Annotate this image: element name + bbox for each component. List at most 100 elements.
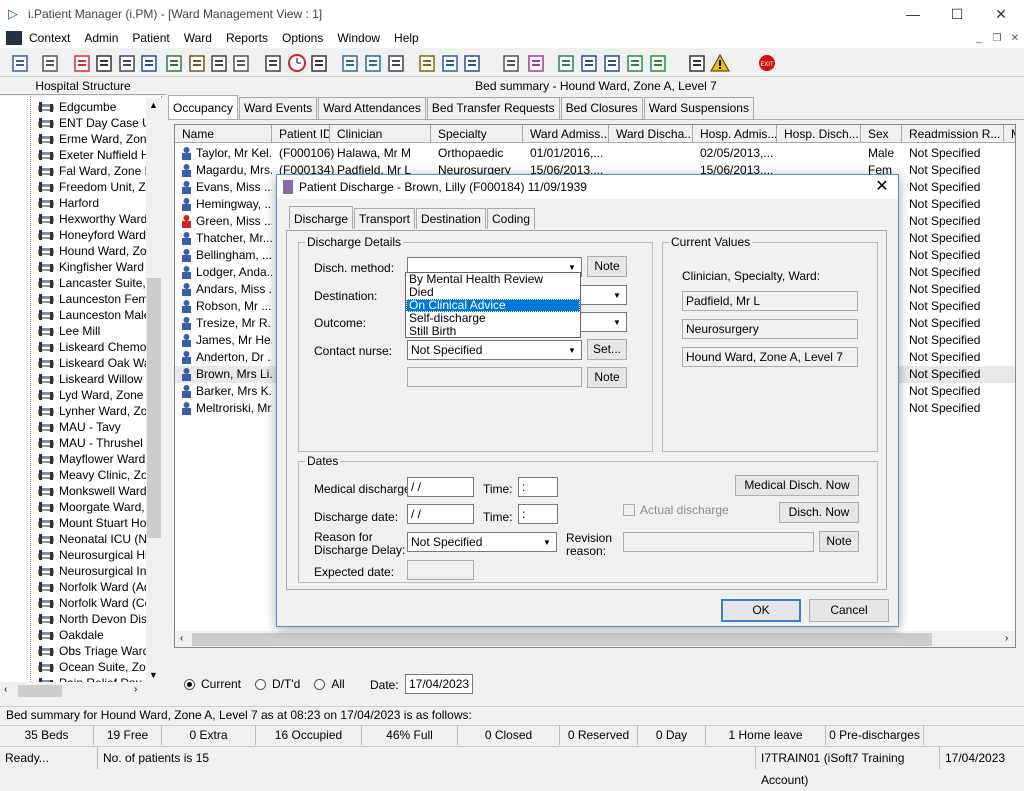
window-icon[interactable] bbox=[340, 52, 360, 74]
menu-patient[interactable]: Patient bbox=[125, 31, 176, 45]
chart-icon[interactable] bbox=[363, 52, 383, 74]
actual-discharge-checkbox[interactable] bbox=[623, 504, 635, 516]
tree-item[interactable]: Liskeard Chemo D bbox=[38, 339, 158, 355]
tab-coding[interactable]: Coding bbox=[486, 208, 536, 229]
tab-transport[interactable]: Transport bbox=[354, 208, 415, 229]
tree-item[interactable]: Pain Relief Day C bbox=[38, 675, 154, 682]
tree-item[interactable]: North Devon Dist bbox=[38, 611, 150, 627]
checklist-icon[interactable] bbox=[602, 52, 622, 74]
discharge-time-field[interactable]: : bbox=[518, 504, 558, 524]
grid-column-header[interactable]: Readmission R... bbox=[902, 125, 1004, 143]
menu-window[interactable]: Window bbox=[330, 31, 387, 45]
grid-column-header[interactable]: Clinician bbox=[330, 125, 431, 143]
close-window-button[interactable]: ✕ bbox=[978, 0, 1024, 28]
mdi-child-icon[interactable] bbox=[6, 31, 22, 45]
discharge-delay-select[interactable]: Not Specified ▼ bbox=[407, 532, 557, 552]
gauge-icon[interactable] bbox=[386, 52, 406, 74]
m-icon[interactable] bbox=[139, 52, 159, 74]
tab-ward-events[interactable]: Ward Events bbox=[239, 97, 318, 119]
grid-column-header[interactable]: Name bbox=[175, 125, 272, 143]
grid-column-header[interactable]: Hosp. Disch... bbox=[777, 125, 861, 143]
tree-item[interactable]: Monkswell Ward, bbox=[38, 483, 150, 499]
menu-help[interactable]: Help bbox=[387, 31, 426, 45]
tab-ward-attendances[interactable]: Ward Attendances bbox=[318, 97, 426, 119]
tree-item[interactable]: Lyd Ward, Zone I bbox=[38, 387, 150, 403]
globe-icon[interactable] bbox=[556, 52, 576, 74]
tab-bed-closures[interactable]: Bed Closures bbox=[560, 97, 643, 119]
transfer-icon[interactable] bbox=[209, 52, 229, 74]
chevron-down-icon[interactable]: ▼ bbox=[609, 287, 625, 303]
dialog-close-button[interactable]: ✕ bbox=[872, 177, 892, 197]
tree-item[interactable]: Obs Triage Ward bbox=[38, 643, 149, 659]
document-red-icon[interactable] bbox=[94, 52, 114, 74]
grid-column-header[interactable]: Ward Discha... bbox=[609, 125, 693, 143]
tree-item[interactable]: Neurosurgical Hig bbox=[38, 547, 154, 563]
person-icon[interactable] bbox=[164, 52, 184, 74]
tab-occupancy[interactable]: Occupancy bbox=[168, 95, 239, 119]
grid-column-header[interactable]: Specialty bbox=[431, 125, 523, 143]
tree-item[interactable]: Fal Ward, Zone E bbox=[38, 163, 153, 179]
notes-icon[interactable] bbox=[187, 52, 207, 74]
radio-dtd[interactable]: D/T'd bbox=[255, 677, 300, 691]
scissors-icon[interactable] bbox=[263, 52, 283, 74]
document-icon[interactable] bbox=[501, 52, 521, 74]
tree-item[interactable]: Lynher Ward, Zor bbox=[38, 403, 151, 419]
disch-now-button[interactable]: Disch. Now bbox=[779, 502, 859, 523]
tree-item[interactable]: Lancaster Suite, bbox=[38, 275, 146, 291]
list-icon[interactable] bbox=[417, 52, 437, 74]
medical-discharge-time-field[interactable]: : bbox=[518, 477, 558, 497]
grid-column-header[interactable]: Me bbox=[1004, 125, 1015, 143]
bar-chart-icon[interactable] bbox=[526, 52, 546, 74]
swap-icon[interactable] bbox=[687, 52, 707, 74]
ok-button[interactable]: OK bbox=[721, 599, 801, 622]
menu-context[interactable]: Context bbox=[22, 31, 77, 45]
contact-nurse-select[interactable]: Not Specified ▼ bbox=[407, 340, 582, 360]
warning-icon[interactable] bbox=[710, 52, 730, 74]
tab-ward-suspensions[interactable]: Ward Suspensions bbox=[643, 97, 754, 119]
tree-item[interactable]: Edgcumbe bbox=[38, 99, 116, 115]
tree-item[interactable]: Ocean Suite, Zor bbox=[38, 659, 150, 675]
tree-item[interactable]: Erme Ward, Zone bbox=[38, 131, 153, 147]
tree-item[interactable]: Freedom Unit, Zo bbox=[38, 179, 152, 195]
report-icon[interactable] bbox=[117, 52, 137, 74]
tree-item[interactable]: Meavy Clinic, Zor bbox=[38, 467, 152, 483]
tree-item[interactable]: Mayflower Ward, bbox=[38, 451, 149, 467]
contact-nurse-set-button[interactable]: Set... bbox=[587, 339, 627, 360]
disch-method-note-button[interactable]: Note bbox=[587, 256, 627, 277]
tree-item[interactable]: Harford bbox=[38, 195, 99, 211]
date-field[interactable]: 17/04/2023 bbox=[405, 674, 473, 694]
tab-discharge[interactable]: Discharge bbox=[289, 206, 354, 229]
tree-item[interactable]: Moorgate Ward, bbox=[38, 499, 145, 515]
tree-item[interactable]: Oakdale bbox=[38, 627, 104, 643]
bed-tray-icon[interactable] bbox=[462, 52, 482, 74]
menu-admin[interactable]: Admin bbox=[77, 31, 125, 45]
grid-horizontal-scrollbar[interactable]: ‹ › bbox=[175, 631, 1015, 647]
check-icon[interactable] bbox=[579, 52, 599, 74]
medical-discharge-date-field[interactable]: / / bbox=[407, 477, 474, 497]
mdi-close-button[interactable]: ✕ bbox=[1006, 30, 1024, 46]
contact-nurse-note-button[interactable]: Note bbox=[587, 367, 627, 388]
dropdown-option[interactable]: Still Birth bbox=[406, 325, 580, 338]
chevron-down-icon[interactable]: ▼ bbox=[564, 342, 580, 358]
tab-bed-transfer-requests[interactable]: Bed Transfer Requests bbox=[426, 97, 560, 119]
tree-item[interactable]: Liskeard Oak Wa bbox=[38, 355, 151, 371]
revision-note-button[interactable]: Note bbox=[819, 531, 859, 552]
tree-item[interactable]: Launceston Male bbox=[38, 307, 150, 323]
exit-icon[interactable]: EXIT bbox=[757, 52, 777, 74]
chevron-down-icon[interactable]: ▼ bbox=[609, 314, 625, 330]
tree-item[interactable]: Lee Mill bbox=[38, 323, 100, 339]
tree-item[interactable]: Liskeard Willow V bbox=[38, 371, 154, 387]
menu-ward[interactable]: Ward bbox=[177, 31, 219, 45]
table-row[interactable]: Taylor, Mr Kel... (F000106) Halawa, Mr M Or… bbox=[175, 145, 1015, 162]
tree-item[interactable]: Norfolk Ward (Co bbox=[38, 595, 151, 611]
menu-options[interactable]: Options bbox=[275, 31, 330, 45]
tree-item[interactable]: Hound Ward, Zor bbox=[38, 243, 151, 259]
tree-item[interactable]: MAU - Thrushel bbox=[38, 435, 143, 451]
grid-column-header[interactable]: Hosp. Admis... bbox=[693, 125, 777, 143]
grid-column-header[interactable]: Patient ID bbox=[272, 125, 330, 143]
arrow-down-icon[interactable] bbox=[625, 52, 645, 74]
radio-all[interactable]: All bbox=[314, 677, 345, 691]
tree-item[interactable]: Honeyford Ward, bbox=[38, 227, 149, 243]
mdi-minimize-button[interactable]: _ bbox=[970, 30, 988, 46]
bed-icon[interactable] bbox=[231, 52, 251, 74]
